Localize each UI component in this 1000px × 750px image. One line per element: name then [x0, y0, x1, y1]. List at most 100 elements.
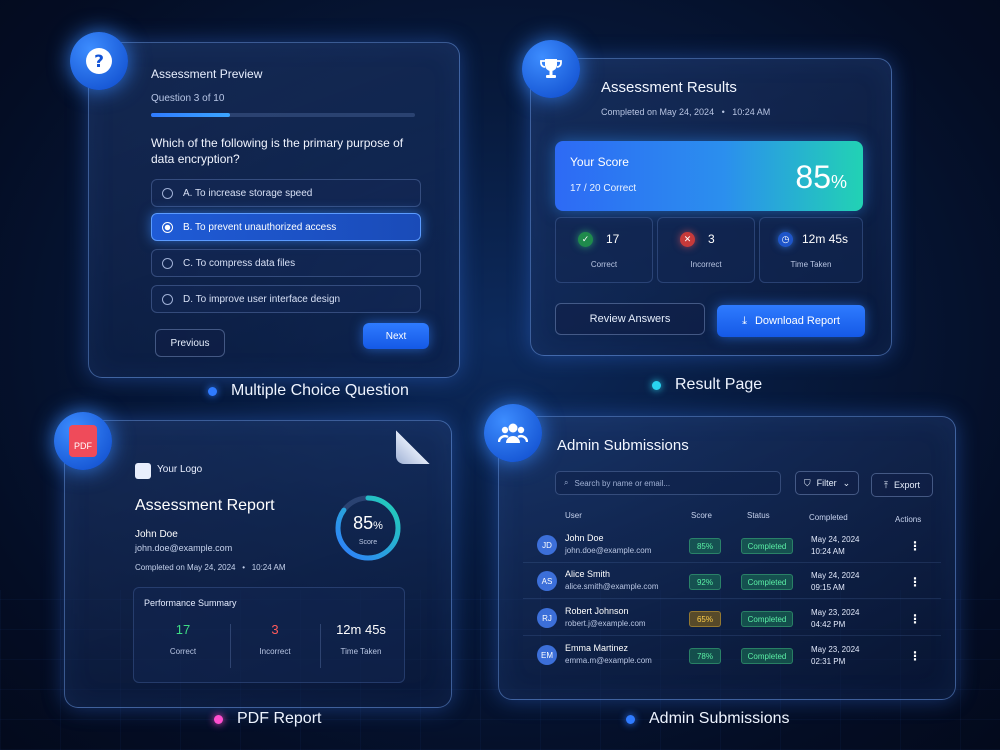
search-input[interactable]: ⌕ Search by name or email...	[555, 471, 781, 495]
caption-dot	[208, 386, 217, 396]
completed-date: Completed on May 24, 2024	[601, 107, 715, 117]
completed-time: 04:42 PM	[811, 620, 846, 629]
caption-dot	[652, 380, 661, 390]
completed-line: Completed on May 24, 2024 • 10:24 AM	[601, 107, 770, 117]
completed-line: Completed on May 24, 2024 • 10:24 AM	[135, 563, 286, 572]
score-unit: %	[830, 172, 847, 192]
radio-icon	[162, 293, 173, 305]
table-row[interactable]: RJ Robert Johnson robert.j@example.com 6…	[523, 602, 941, 636]
admin-panel: Admin Submissions ⌕ Search by name or em…	[498, 416, 956, 700]
completed-date: May 24, 2024	[811, 535, 860, 544]
review-answers-button[interactable]: Review Answers	[555, 303, 705, 335]
radio-icon	[162, 187, 173, 199]
user-name: John Doe	[565, 533, 604, 543]
completed-time: 09:15 AM	[811, 583, 845, 592]
filter-label: Filter	[816, 478, 837, 488]
table-row[interactable]: AS Alice Smith alice.smith@example.com 9…	[523, 565, 941, 599]
column-user: User	[565, 511, 582, 520]
separator-dot: •	[716, 107, 730, 117]
more-actions-icon[interactable]: ⋮	[909, 539, 921, 553]
caption-text: Multiple Choice Question	[231, 382, 409, 399]
more-actions-icon[interactable]: ⋮	[909, 649, 921, 663]
stat-time: ◷ 12m 45s Time Taken	[759, 217, 863, 283]
completed-date: Completed on May 24, 2024	[135, 563, 236, 572]
previous-button[interactable]: Previous	[155, 329, 225, 357]
filter-button[interactable]: ⛉ Filter ⌄	[795, 471, 859, 495]
stat-incorrect: ✕ 3 Incorrect	[657, 217, 755, 283]
caption-dot	[626, 714, 635, 724]
option-a[interactable]: A. To increase storage speed	[151, 179, 421, 207]
pdf-file-icon: PDF	[54, 412, 112, 470]
summary-label: Time Taken	[340, 647, 382, 656]
ring-label: Score	[358, 539, 378, 546]
status-badge: Completed	[741, 574, 793, 590]
summary-time: 12m 45s Time Taken	[318, 622, 404, 656]
caption-text: PDF Report	[237, 710, 322, 727]
user-name: Alice Smith	[565, 569, 611, 579]
admin-caption: Admin Submissions	[626, 710, 790, 728]
avatar: AS	[537, 571, 557, 591]
radio-icon	[162, 257, 173, 269]
export-button[interactable]: ⤒ Export	[871, 473, 933, 497]
completed-cell: May 24, 2024 09:15 AM	[811, 570, 859, 594]
score-badge: 85%	[689, 538, 721, 554]
summary-title: Performance Summary	[144, 598, 237, 608]
search-icon: ⌕	[564, 478, 569, 487]
completed-date: May 23, 2024	[811, 645, 860, 654]
option-d[interactable]: D. To improve user interface design	[151, 285, 421, 313]
completed-time: 10:24 AM	[811, 547, 845, 556]
completed-time: 10:24 AM	[732, 107, 771, 117]
stat-correct: ✓ 17 Correct	[555, 217, 653, 283]
chevron-down-icon: ⌄	[842, 477, 851, 488]
download-report-button[interactable]: ⤓ Download Report	[717, 305, 865, 337]
stat-label: Correct	[590, 260, 618, 269]
user-name: Emma Martinez	[565, 643, 629, 653]
divider	[230, 624, 231, 668]
next-button[interactable]: Next	[363, 323, 429, 349]
progress-fill	[151, 113, 231, 117]
clock-icon: ◷	[778, 232, 793, 247]
filter-icon: ⛉	[803, 477, 811, 488]
search-placeholder: Search by name or email...	[574, 478, 671, 488]
table-row[interactable]: JD John Doe john.doe@example.com 85% Com…	[523, 529, 941, 563]
status-badge: Completed	[741, 648, 793, 664]
performance-summary: Performance Summary 17 Correct 3 Incorre…	[133, 587, 405, 683]
column-status: Status	[747, 511, 770, 520]
score-badge: 78%	[689, 648, 721, 664]
status-badge: Completed	[741, 538, 793, 554]
question-progress-bar	[151, 113, 415, 117]
mcq-title: Assessment Preview	[151, 67, 263, 81]
admin-title: Admin Submissions	[557, 437, 689, 454]
download-label: Download Report	[754, 315, 840, 327]
column-actions: Actions	[895, 515, 922, 524]
logo-icon	[135, 463, 151, 479]
more-actions-icon[interactable]: ⋮	[909, 575, 921, 589]
summary-label: Incorrect	[259, 647, 291, 656]
ring-score-value: 85	[353, 513, 374, 533]
stat-value: 3	[708, 232, 715, 246]
ring-score-unit: %	[373, 520, 383, 532]
option-label: D. To improve user interface design	[183, 293, 341, 305]
ring-score: 85%	[333, 513, 403, 534]
separator-dot: •	[237, 563, 250, 572]
option-c[interactable]: C. To compress data files	[151, 249, 421, 277]
option-b[interactable]: B. To prevent unauthorized access	[151, 213, 421, 241]
score-badge: 65%	[689, 611, 721, 627]
question-counter: Question 3 of 10	[151, 93, 225, 104]
download-icon: ⤓	[742, 314, 747, 327]
user-email: robert.j@example.com	[565, 619, 646, 628]
results-panel: Assessment Results Completed on May 24, …	[530, 58, 892, 356]
completed-cell: May 24, 2024 10:24 AM	[811, 534, 859, 558]
more-actions-icon[interactable]: ⋮	[909, 612, 921, 626]
avatar: EM	[537, 645, 557, 665]
question-mark-icon: ?	[70, 32, 128, 90]
pdf-badge: PDF	[69, 425, 97, 457]
column-score: Score	[691, 511, 712, 520]
caption-dot	[214, 714, 223, 724]
summary-value: 12m 45s	[336, 622, 386, 637]
export-icon: ⤒	[884, 479, 888, 490]
table-row[interactable]: EM Emma Martinez emma.m@example.com 78% …	[523, 639, 941, 673]
completed-time: 02:31 PM	[811, 657, 846, 666]
stat-label: Incorrect	[690, 260, 722, 269]
avatar: JD	[537, 535, 557, 555]
